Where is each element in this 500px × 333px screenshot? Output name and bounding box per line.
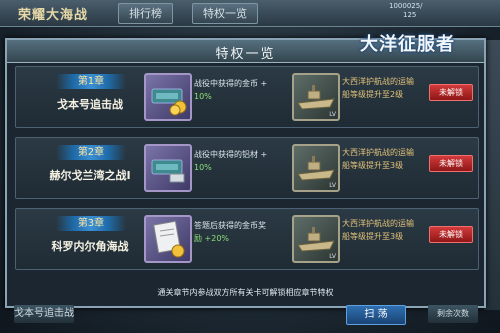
reward-line-1: 战役中获得的金币 +	[194, 79, 268, 88]
tab-leaderboard[interactable]: 排行榜	[118, 3, 173, 24]
locked-button[interactable]: 未解锁	[429, 84, 473, 101]
level-tag: LV	[329, 182, 336, 189]
ship-upgrade-description: 大西洋护航战的运输 船等级提升至3级	[342, 146, 426, 172]
sweep-button[interactable]: 扫 荡	[346, 305, 406, 325]
resource-counter: 1000025/ 125	[389, 2, 423, 19]
chapter-name: 科罗内尔角海战	[51, 240, 129, 253]
ship-upgrade-description: 大西洋护航战的运输 船等级提升至2级	[342, 75, 426, 101]
top-bar: 荣耀大海战 排行榜 特权一览 1000025/ 125	[0, 0, 500, 27]
dialog-body: 第1章 戈本号追击战 战役中获得的金币 + 10% LV 大西洋护航战的运输 船…	[15, 66, 479, 276]
privileges-dialog: 特权一览 第1章 戈本号追击战 战役中获得的金币 + 10% LV 大西洋护航战…	[5, 38, 486, 308]
chapter-badge: 第3章	[56, 216, 126, 231]
reward-description: 战役中获得的金币 + 10%	[194, 77, 290, 103]
reward-line-1: 答题后获得的金币奖	[194, 221, 266, 230]
game-title: 荣耀大海战	[18, 8, 89, 23]
bottom-chapter-label: 戈本号追击战	[14, 305, 74, 323]
locked-button[interactable]: 未解锁	[429, 226, 473, 243]
footer-note: 通关章节内参战双方所有关卡可解锁相应章节特权	[157, 288, 334, 297]
tab-privileges[interactable]: 特权一览	[192, 3, 258, 24]
resource-value: 1000025/	[389, 2, 423, 10]
reward-description: 答题后获得的金币奖 励 +20%	[194, 219, 290, 245]
ship-line-2: 船等级提升至3级	[342, 161, 404, 170]
chapter-badge: 第2章	[56, 145, 126, 160]
transport-ship-icon: LV	[292, 73, 340, 121]
transport-ship-icon: LV	[292, 215, 340, 263]
ship-line-2: 船等级提升至3级	[342, 232, 404, 241]
reward-line-1: 战役中获得的铝材 +	[194, 150, 268, 159]
game-logo: 大洋征服者	[360, 34, 455, 55]
privilege-row: 第3章 科罗内尔角海战 答题后获得的金币奖 励 +20% LV 大西洋护航战的运…	[15, 208, 479, 270]
reward-description: 战役中获得的铝材 + 10%	[194, 148, 290, 174]
resource-sub-value: 125	[403, 11, 417, 19]
reward-line-2: 10%	[194, 92, 212, 101]
ship-line-1: 大西洋护航战的运输	[342, 77, 414, 86]
level-tag: LV	[329, 111, 336, 118]
privilege-row: 第1章 戈本号追击战 战役中获得的金币 + 10% LV 大西洋护航战的运输 船…	[15, 66, 479, 128]
ship-line-1: 大西洋护航战的运输	[342, 219, 414, 228]
remaining-count-label: 剩余次数	[428, 305, 478, 323]
ship-line-1: 大西洋护航战的运输	[342, 148, 414, 157]
chapter-name: 戈本号追击战	[57, 98, 123, 111]
chapter-name: 赫尔戈兰湾之战I	[49, 169, 131, 182]
ship-line-2: 船等级提升至2级	[342, 90, 404, 99]
locked-button[interactable]: 未解锁	[429, 155, 473, 172]
quiz-reward-icon	[144, 215, 192, 263]
transport-ship-icon: LV	[292, 144, 340, 192]
ship-upgrade-description: 大西洋护航战的运输 船等级提升至3级	[342, 217, 426, 243]
chapter-badge: 第1章	[56, 74, 126, 89]
aluminum-reward-icon	[144, 144, 192, 192]
privilege-row: 第2章 赫尔戈兰湾之战I 战役中获得的铝材 + 10% LV 大西洋护航战的运输…	[15, 137, 479, 199]
reward-line-2: 10%	[194, 163, 212, 172]
reward-line-2: 励 +20%	[194, 234, 230, 243]
background-panel-right	[484, 40, 500, 310]
gold-coin-reward-icon	[144, 73, 192, 121]
level-tag: LV	[329, 253, 336, 260]
